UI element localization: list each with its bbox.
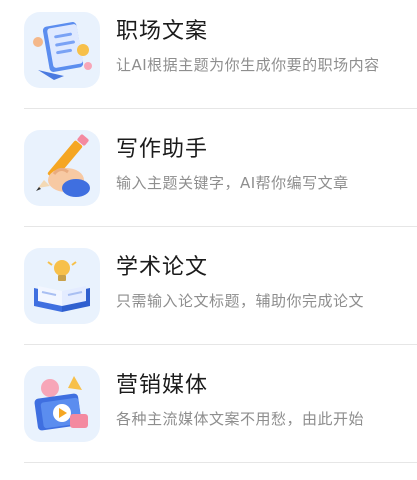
list-item-workplace-copy[interactable]: 职场文案 让AI根据主题为你生成你要的职场内容 xyxy=(0,0,417,118)
item-subtitle: 让AI根据主题为你生成你要的职场内容 xyxy=(116,56,380,74)
divider xyxy=(24,462,417,463)
media-play-icon xyxy=(24,366,100,442)
divider xyxy=(24,108,417,109)
document-clipboard-icon xyxy=(24,12,100,88)
item-subtitle: 输入主题关键字，AI帮你编写文章 xyxy=(116,174,349,192)
list-item-writing-assistant[interactable]: 写作助手 输入主题关键字，AI帮你编写文章 xyxy=(0,118,417,236)
hand-pencil-icon xyxy=(24,130,100,206)
item-title: 职场文案 xyxy=(116,19,209,44)
writing-category-list: 职场文案 让AI根据主题为你生成你要的职场内容 写作助手 输入主题关键字，AI帮… xyxy=(0,0,417,480)
item-subtitle: 只需输入论文标题，辅助你完成论文 xyxy=(116,292,365,310)
divider xyxy=(24,226,417,227)
divider xyxy=(24,344,417,345)
item-title: 学术论文 xyxy=(116,255,209,280)
item-title: 写作助手 xyxy=(116,137,209,162)
list-item-marketing-media[interactable]: 营销媒体 各种主流媒体文案不用愁，由此开始 xyxy=(0,354,417,472)
list-item-academic-paper[interactable]: 学术论文 只需输入论文标题，辅助你完成论文 xyxy=(0,236,417,354)
item-title: 营销媒体 xyxy=(116,373,209,398)
book-lightbulb-icon xyxy=(24,248,100,324)
item-subtitle: 各种主流媒体文案不用愁，由此开始 xyxy=(116,410,365,428)
